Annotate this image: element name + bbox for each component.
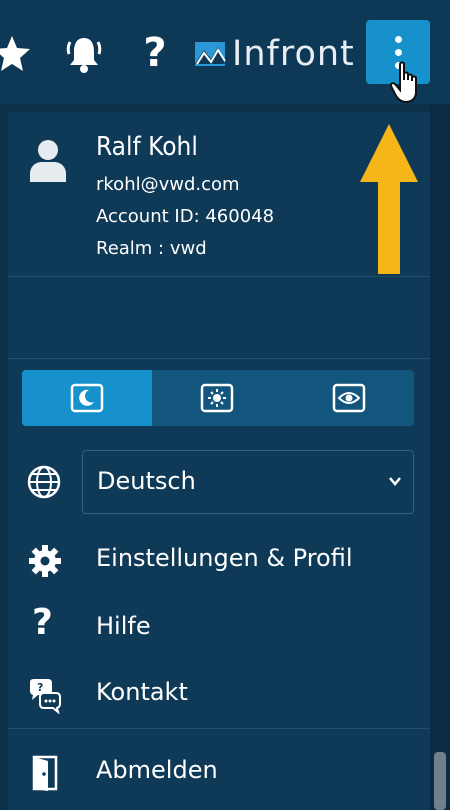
- contrast-mode-icon: [332, 383, 366, 413]
- help-icon[interactable]: ?: [140, 28, 170, 78]
- door-exit-icon: [32, 755, 58, 791]
- user-avatar-icon: [30, 140, 66, 182]
- theme-contrast-button[interactable]: [284, 370, 414, 426]
- arrow-up-icon: [360, 124, 418, 274]
- brand[interactable]: Infront: [194, 34, 355, 74]
- light-mode-icon: [200, 383, 234, 413]
- theme-light-button[interactable]: [152, 370, 282, 426]
- menu-item-help[interactable]: ? Hilfe: [8, 600, 430, 658]
- menu-item-logout[interactable]: Abmelden: [8, 744, 430, 802]
- chevron-down-icon: [389, 477, 401, 486]
- settings-label: Einstellungen & Profil: [96, 544, 353, 572]
- user-email: rkohl@vwd.com: [96, 174, 240, 195]
- contact-label: Kontakt: [96, 678, 188, 706]
- menu-item-contact[interactable]: ? Kontakt: [8, 666, 430, 724]
- star-icon[interactable]: [0, 30, 32, 76]
- theme-dark-button[interactable]: [22, 370, 152, 426]
- realm: Realm : vwd: [96, 238, 207, 259]
- language-value: Deutsch: [97, 467, 196, 495]
- help-icon: ?: [32, 602, 53, 643]
- svg-text:?: ?: [37, 681, 43, 694]
- more-vertical-icon: [395, 36, 402, 43]
- top-bar: ? Infront: [0, 0, 450, 104]
- language-select[interactable]: Deutsch: [82, 450, 414, 514]
- logout-label: Abmelden: [96, 756, 218, 784]
- theme-toggle: [22, 370, 414, 426]
- background-gutter: [430, 104, 450, 810]
- divider: [8, 358, 430, 359]
- divider: [8, 728, 430, 729]
- gear-icon: [29, 545, 61, 577]
- chat-bubbles-icon: ?: [30, 679, 61, 714]
- more-vertical-dot: [395, 49, 402, 56]
- brand-name: Infront: [232, 34, 355, 74]
- infront-logo-icon: [195, 42, 226, 66]
- menu-item-settings[interactable]: Einstellungen & Profil: [8, 532, 430, 590]
- hand-cursor-icon: [390, 61, 417, 104]
- account-id: Account ID: 460048: [96, 206, 275, 227]
- user-name: Ralf Kohl: [96, 132, 198, 162]
- help-label: Hilfe: [96, 612, 151, 640]
- globe-icon: [27, 465, 61, 499]
- scrollbar[interactable]: [434, 752, 446, 810]
- bell-icon[interactable]: [64, 30, 104, 76]
- dark-mode-icon: [70, 383, 104, 413]
